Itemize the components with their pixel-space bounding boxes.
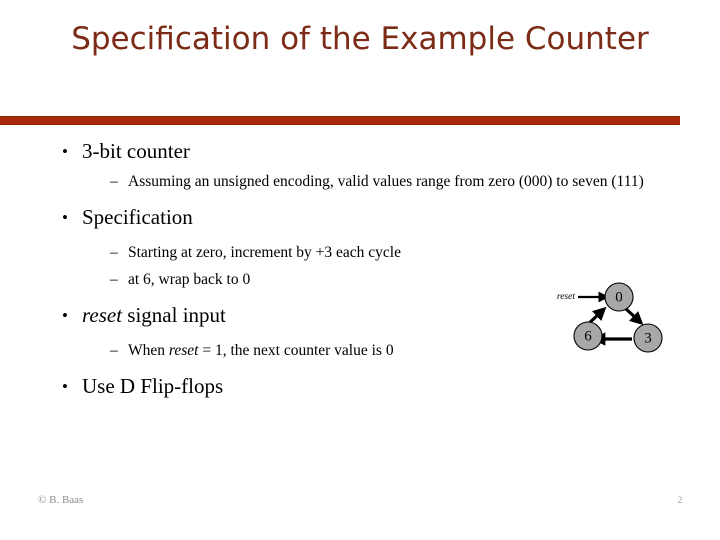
bullet-marker-icon: • — [62, 208, 68, 227]
sub-bullet-text: Assuming an unsigned encoding, valid val… — [128, 173, 644, 190]
footer-copyright: © B. Baas — [38, 494, 84, 506]
sub-bullet-text: at 6, wrap back to 0 — [128, 271, 251, 288]
dash-marker-icon: – — [110, 244, 118, 261]
bullet-item-specification: • Specification — [0, 204, 720, 231]
bullet-text: Use D Flip-flops — [82, 374, 224, 398]
sub-bullet-text-emphasis: reset — [168, 342, 199, 359]
sub-bullet-text-post: = 1, the next counter value is 0 — [198, 342, 394, 359]
dash-marker-icon: – — [110, 342, 118, 359]
sub-bullet-item-encoding-range: – Assuming an unsigned encoding, valid v… — [0, 172, 720, 192]
state-transition-diagram: reset 0 3 6 — [536, 275, 676, 363]
bullet-text: 3-bit counter — [82, 139, 190, 163]
state-node-0: 0 — [604, 282, 634, 312]
transition-0-to-3 — [623, 306, 644, 326]
dash-marker-icon: – — [110, 271, 118, 288]
bullet-text: signal input — [122, 303, 226, 327]
state-node-3: 3 — [633, 323, 663, 353]
bullet-item-3-bit-counter: • 3-bit counter — [0, 138, 720, 165]
bullet-text: Specification — [82, 205, 193, 229]
reset-input-label: reset — [557, 292, 575, 302]
bullet-text-emphasis: reset — [82, 303, 123, 327]
state-node-6: 6 — [573, 321, 603, 351]
sub-bullet-item-increment: – Starting at zero, increment by +3 each… — [0, 243, 720, 263]
bullet-marker-icon: • — [62, 306, 68, 325]
state-node-3-label: 3 — [644, 331, 652, 347]
state-node-0-label: 0 — [615, 290, 623, 306]
page-title: Specification of the Example Counter — [71, 21, 649, 57]
title-divider — [0, 116, 680, 125]
state-node-6-label: 6 — [584, 329, 592, 345]
page-number: 2 — [677, 495, 683, 505]
bullet-marker-icon: • — [62, 377, 68, 396]
sub-bullet-text: Starting at zero, increment by +3 each c… — [128, 244, 401, 261]
sub-bullet-text-pre: When — [128, 342, 169, 359]
bullet-item-use-d-flip-flops: • Use D Flip-flops — [0, 373, 720, 400]
dash-marker-icon: – — [110, 173, 118, 190]
bullet-marker-icon: • — [62, 142, 68, 161]
